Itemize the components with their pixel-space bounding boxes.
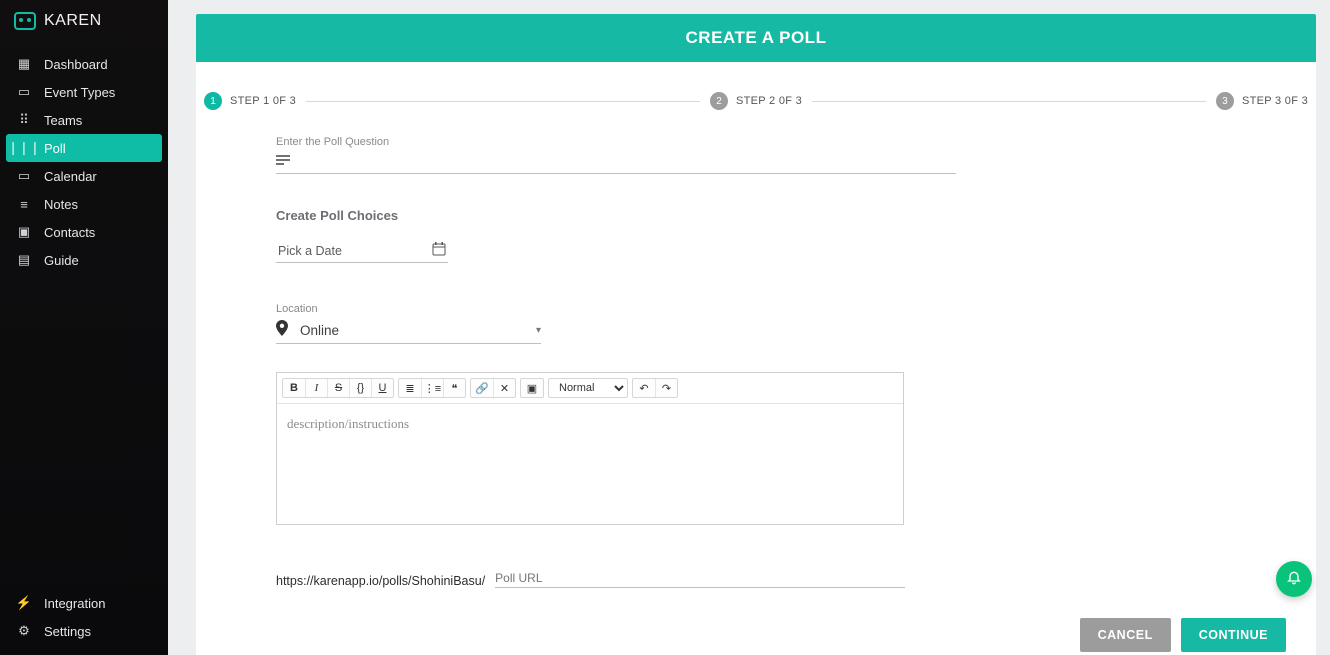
event-types-icon: ▭ — [16, 84, 32, 100]
contacts-icon: ▣ — [16, 224, 32, 240]
notifications-fab[interactable] — [1276, 561, 1312, 597]
sidebar-item-notes[interactable]: ≡ Notes — [6, 190, 162, 218]
sidebar-item-settings[interactable]: ⚙ Settings — [6, 617, 162, 645]
location-select[interactable]: Online ▾ — [276, 317, 541, 344]
poll-question-input[interactable] — [298, 153, 956, 168]
sidebar-item-label: Poll — [44, 141, 66, 156]
sidebar-item-label: Contacts — [44, 225, 95, 240]
italic-button[interactable]: I — [305, 379, 327, 397]
chevron-down-icon: ▾ — [536, 325, 541, 336]
sidebar-item-teams[interactable]: ⠿ Teams — [6, 106, 162, 134]
sidebar-item-label: Teams — [44, 113, 82, 128]
code-block-button[interactable]: {} — [349, 379, 371, 397]
step-line — [812, 101, 1206, 102]
main: CREATE A POLL 1 STEP 1 0F 3 2 STEP 2 0F … — [168, 0, 1330, 655]
footer-buttons: CANCEL CONTINUE — [196, 588, 1316, 652]
sidebar-item-contacts[interactable]: ▣ Contacts — [6, 218, 162, 246]
form: Enter the Poll Question Create Poll Choi… — [196, 128, 1316, 588]
notes-icon: ≡ — [16, 196, 32, 212]
blockquote-button[interactable]: ❝ — [443, 379, 465, 397]
sidebar-item-dashboard[interactable]: ▦ Dashboard — [6, 50, 162, 78]
sidebar-item-label: Integration — [44, 596, 105, 611]
step-num: 1 — [204, 92, 222, 110]
sidebar-item-label: Calendar — [44, 169, 97, 184]
brand-logo-icon — [14, 12, 36, 30]
sidebar-item-label: Settings — [44, 624, 91, 639]
redo-button[interactable]: ↷ — [655, 379, 677, 397]
poll-icon: ❘❘❘ — [16, 140, 32, 156]
poll-question-label: Enter the Poll Question — [276, 136, 1236, 148]
dashboard-icon: ▦ — [16, 56, 32, 72]
sidebar-item-guide[interactable]: ▤ Guide — [6, 246, 162, 274]
undo-button[interactable]: ↶ — [633, 379, 655, 397]
sidebar-item-calendar[interactable]: ▭ Calendar — [6, 162, 162, 190]
poll-url-input[interactable] — [495, 569, 905, 588]
nav-bottom: ⚡ Integration ⚙ Settings — [0, 585, 168, 655]
text-lines-icon — [276, 152, 294, 169]
page-title: CREATE A POLL — [196, 14, 1316, 62]
step-label: STEP 3 0F 3 — [1242, 95, 1308, 107]
sidebar-item-integration[interactable]: ⚡ Integration — [6, 589, 162, 617]
stepper: 1 STEP 1 0F 3 2 STEP 2 0F 3 3 STEP 3 0F … — [196, 62, 1316, 128]
nav-main: ▦ Dashboard ▭ Event Types ⠿ Teams ❘❘❘ Po… — [0, 46, 168, 278]
poll-url-row: https://karenapp.io/polls/ShohiniBasu/ — [276, 569, 1236, 588]
teams-icon: ⠿ — [16, 112, 32, 128]
location-value: Online — [300, 323, 339, 338]
pick-date-placeholder: Pick a Date — [278, 244, 342, 258]
step-line — [306, 101, 700, 102]
sidebar-item-label: Event Types — [44, 85, 115, 100]
step-label: STEP 2 0F 3 — [736, 95, 802, 107]
poll-url-base: https://karenapp.io/polls/ShohiniBasu/ — [276, 574, 485, 588]
sidebar-item-poll[interactable]: ❘❘❘ Poll — [6, 134, 162, 162]
brand: KAREN — [0, 0, 168, 46]
strike-button[interactable]: S — [327, 379, 349, 397]
location-label: Location — [276, 303, 1236, 315]
cancel-button[interactable]: CANCEL — [1080, 618, 1171, 652]
create-poll-card: CREATE A POLL 1 STEP 1 0F 3 2 STEP 2 0F … — [196, 14, 1316, 655]
step-num: 3 — [1216, 92, 1234, 110]
step-2[interactable]: 2 STEP 2 0F 3 — [710, 92, 802, 110]
settings-icon: ⚙ — [16, 623, 32, 639]
step-num: 2 — [710, 92, 728, 110]
poll-choices-label: Create Poll Choices — [276, 208, 1236, 223]
bold-button[interactable]: B — [283, 379, 305, 397]
underline-button[interactable]: U — [371, 379, 393, 397]
sidebar-item-label: Guide — [44, 253, 79, 268]
sidebar-item-label: Dashboard — [44, 57, 108, 72]
ordered-list-button[interactable]: ≣ — [399, 379, 421, 397]
step-1[interactable]: 1 STEP 1 0F 3 — [204, 92, 296, 110]
step-3[interactable]: 3 STEP 3 0F 3 — [1216, 92, 1308, 110]
location-pin-icon — [276, 320, 294, 340]
brand-name: KAREN — [44, 12, 102, 30]
continue-button[interactable]: CONTINUE — [1181, 618, 1286, 652]
rich-text-editor: B I S {} U ≣ ⋮≡ ❝ 🔗 ✕ — [276, 372, 904, 525]
editor-textarea[interactable]: description/instructions — [277, 404, 903, 524]
calendar-picker-icon[interactable] — [432, 242, 446, 259]
editor-toolbar: B I S {} U ≣ ⋮≡ ❝ 🔗 ✕ — [277, 373, 903, 404]
sidebar-item-event-types[interactable]: ▭ Event Types — [6, 78, 162, 106]
integration-icon: ⚡ — [16, 595, 32, 611]
image-button[interactable]: ▣ — [521, 379, 543, 397]
link-button[interactable]: 🔗 — [471, 379, 493, 397]
poll-question-field[interactable] — [276, 150, 956, 174]
pick-date-field[interactable]: Pick a Date — [276, 239, 448, 263]
paragraph-style-select[interactable]: Normal — [548, 378, 628, 398]
guide-icon: ▤ — [16, 252, 32, 268]
unordered-list-button[interactable]: ⋮≡ — [421, 379, 443, 397]
sidebar: KAREN ▦ Dashboard ▭ Event Types ⠿ Teams … — [0, 0, 168, 655]
calendar-icon: ▭ — [16, 168, 32, 184]
bell-icon — [1286, 569, 1302, 590]
step-label: STEP 1 0F 3 — [230, 95, 296, 107]
unlink-button[interactable]: ✕ — [493, 379, 515, 397]
sidebar-item-label: Notes — [44, 197, 78, 212]
